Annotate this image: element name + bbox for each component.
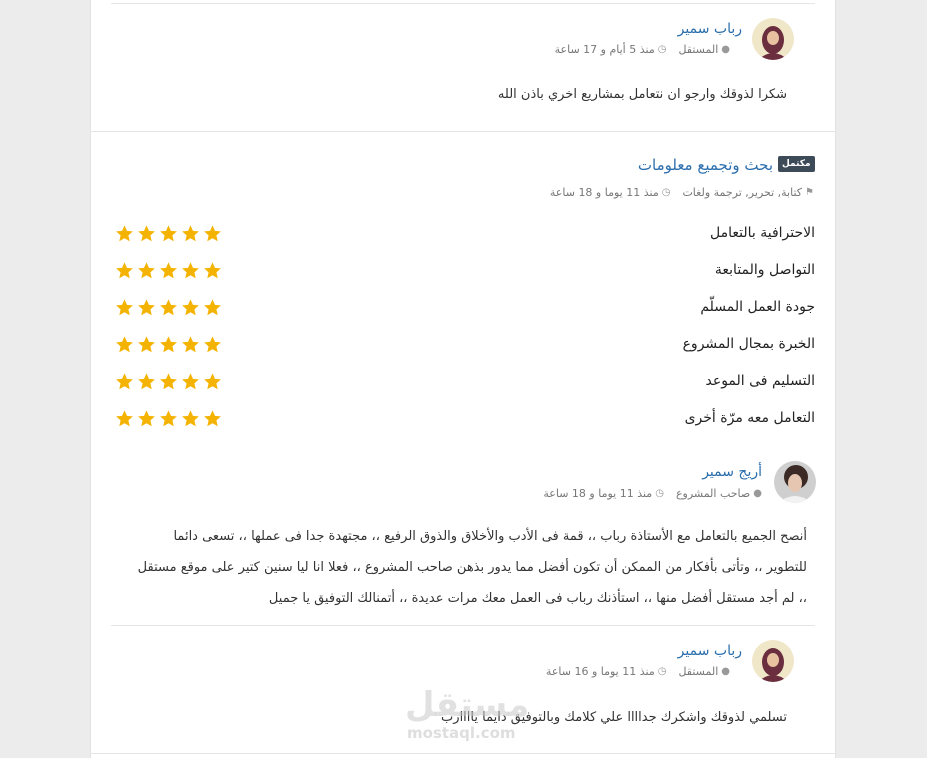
watermark-domain: mostaql.com bbox=[407, 724, 516, 742]
divider bbox=[90, 753, 836, 754]
user-icon: ● bbox=[721, 666, 730, 677]
star-icon bbox=[138, 410, 155, 427]
star-icon bbox=[160, 410, 177, 427]
star-icon bbox=[160, 225, 177, 242]
avatar-freelancer[interactable] bbox=[752, 18, 794, 60]
star-icon bbox=[204, 410, 221, 427]
star-icon bbox=[116, 299, 133, 316]
star-icon bbox=[204, 225, 221, 242]
tags-icon: ⚑ bbox=[805, 187, 814, 198]
rating-label: التواصل والمتابعة bbox=[714, 262, 815, 278]
star-icon bbox=[116, 373, 133, 390]
reply-time: منذ 11 يوما و 16 ساعة bbox=[545, 665, 655, 678]
clock-icon: ◷ bbox=[657, 44, 667, 55]
divider bbox=[111, 625, 815, 626]
project-title[interactable]: بحث وتجميع معلومات bbox=[638, 156, 773, 174]
divider-top bbox=[111, 3, 815, 4]
clock-icon: ◷ bbox=[661, 187, 671, 198]
project-meta: ⚑ كتابة, تحرير, ترجمة ولغات ◷ منذ 11 يوم… bbox=[550, 186, 814, 199]
star-icon bbox=[138, 299, 155, 316]
star-icon bbox=[116, 225, 133, 242]
star-icon bbox=[182, 410, 199, 427]
review-line-1: أنصح الجميع بالتعامل مع الأستاذة رباب ،،… bbox=[173, 529, 807, 544]
clock-icon: ◷ bbox=[655, 488, 664, 499]
reply-time: منذ 5 أيام و 17 ساعة bbox=[554, 43, 655, 56]
star-icon bbox=[138, 262, 155, 279]
divider bbox=[90, 131, 836, 132]
reviewer-name[interactable]: رباب سمير bbox=[678, 643, 742, 659]
rating-stars bbox=[115, 261, 222, 280]
avatar-client[interactable] bbox=[774, 461, 816, 503]
star-icon bbox=[160, 299, 177, 316]
review-time: منذ 11 يوما و 18 ساعة bbox=[543, 487, 653, 500]
star-icon bbox=[182, 299, 199, 316]
rating-stars bbox=[115, 224, 222, 243]
review-line-2: للتطوير ،، وتأتى بأفكار من الممكن أن تكو… bbox=[137, 560, 807, 575]
rating-row: التسليم فى الموعد bbox=[115, 373, 815, 395]
review-line-3: ،، لم أجد مستقل أفضل منها ،، استأذنك ربا… bbox=[268, 591, 807, 606]
rating-label: الخبرة بمجال المشروع bbox=[682, 336, 815, 352]
rating-stars bbox=[115, 335, 222, 354]
rating-label: التسليم فى الموعد bbox=[705, 373, 816, 389]
rating-label: الاحترافية بالتعامل bbox=[709, 225, 815, 241]
star-icon bbox=[182, 336, 199, 353]
rating-label: جودة العمل المسلّم bbox=[700, 299, 815, 315]
user-role: صاحب المشروع bbox=[675, 487, 751, 500]
clock-icon: ◷ bbox=[657, 666, 667, 677]
star-icon bbox=[138, 225, 155, 242]
rating-label: التعامل معه مرّة أخرى bbox=[684, 410, 815, 426]
star-icon bbox=[204, 262, 221, 279]
star-icon bbox=[116, 410, 133, 427]
star-icon bbox=[204, 299, 221, 316]
user-icon: ● bbox=[753, 488, 762, 499]
star-icon bbox=[160, 262, 177, 279]
star-icon bbox=[204, 373, 221, 390]
reviewer-name[interactable]: أريج سمير bbox=[702, 464, 762, 480]
user-role: المستقل bbox=[678, 43, 719, 56]
status-badge: مكتمل bbox=[778, 156, 815, 172]
rating-row: الخبرة بمجال المشروع bbox=[115, 336, 815, 358]
rating-stars bbox=[115, 409, 222, 428]
rating-row: التعامل معه مرّة أخرى bbox=[115, 410, 815, 432]
rating-row: الاحترافية بالتعامل bbox=[115, 225, 815, 247]
star-icon bbox=[138, 336, 155, 353]
rating-row: جودة العمل المسلّم bbox=[115, 299, 815, 321]
project-time: منذ 11 يوما و 18 ساعة bbox=[549, 186, 659, 199]
rating-stars bbox=[115, 298, 222, 317]
avatar-freelancer[interactable] bbox=[752, 640, 794, 682]
star-icon bbox=[160, 336, 177, 353]
star-icon bbox=[182, 262, 199, 279]
star-icon bbox=[138, 373, 155, 390]
reviewer-name[interactable]: رباب سمير bbox=[678, 21, 742, 37]
user-icon: ● bbox=[721, 44, 730, 55]
star-icon bbox=[160, 373, 177, 390]
star-icon bbox=[182, 225, 199, 242]
review-meta: ● صاحب المشروع ◷ منذ 11 يوما و 18 ساعة bbox=[543, 487, 762, 500]
project-tags[interactable]: كتابة, تحرير, ترجمة ولغات bbox=[682, 186, 802, 199]
star-icon bbox=[116, 336, 133, 353]
rating-stars bbox=[115, 372, 222, 391]
reply-text: شكرا لذوقك وارجو ان نتعامل بمشاريع اخري … bbox=[497, 87, 787, 102]
star-icon bbox=[182, 373, 199, 390]
rating-row: التواصل والمتابعة bbox=[115, 262, 815, 284]
user-role: المستقل bbox=[678, 665, 719, 678]
reply-meta: ● المستقل ◷ منذ 11 يوما و 16 ساعة bbox=[546, 665, 730, 678]
star-icon bbox=[204, 336, 221, 353]
watermark-logo: مستقل bbox=[405, 685, 530, 725]
reply-meta: ● المستقل ◷ منذ 5 أيام و 17 ساعة bbox=[555, 43, 730, 56]
star-icon bbox=[116, 262, 133, 279]
